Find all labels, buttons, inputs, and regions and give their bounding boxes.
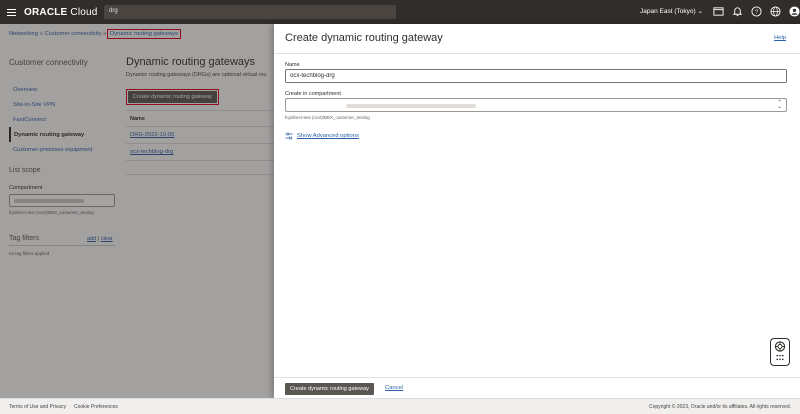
cancel-link[interactable]: Cancel (385, 385, 403, 391)
hamburger-menu-icon[interactable] (0, 0, 22, 24)
help-link[interactable]: Help (774, 35, 786, 41)
search-input[interactable]: drg (104, 5, 396, 19)
sliders-icon (285, 132, 293, 140)
user-profile-icon[interactable] (788, 5, 800, 18)
cookie-preferences-link[interactable]: Cookie Preferences (74, 404, 118, 410)
divider (274, 377, 800, 378)
compartment-select[interactable]: ⌃ ⌄ (285, 98, 787, 112)
lifebuoy-icon (774, 341, 786, 352)
help-widget[interactable] (770, 338, 790, 366)
show-advanced-options-link[interactable]: Show Advanced options (285, 132, 359, 140)
panel-title: Create dynamic routing gateway (285, 32, 443, 44)
modal-backdrop[interactable] (0, 24, 274, 398)
compartment-field-label: Create in compartment (285, 91, 341, 97)
grid-dots-icon (776, 354, 784, 361)
oracle-cloud-logo[interactable]: ORACLE Cloud (24, 7, 98, 18)
compartment-path: fcpdirect-test (root)/BBX_customer_testi… (285, 115, 370, 120)
footer-bar: Terms of Use and Privacy Cookie Preferen… (0, 398, 800, 414)
create-drg-panel: Create dynamic routing gateway Help Name… (274, 24, 800, 398)
top-navigation-bar: ORACLE Cloud drg Japan East (Tokyo) ⌄ ? (0, 0, 800, 24)
create-drg-submit-button[interactable]: Create dynamic routing gateway (285, 383, 374, 395)
copyright-text: Copyright © 2023, Oracle and/or its affi… (649, 404, 791, 410)
help-question-icon[interactable]: ? (750, 5, 763, 18)
name-field-label: Name (285, 62, 300, 68)
notifications-bell-icon[interactable] (731, 5, 744, 18)
show-advanced-options-label: Show Advanced options (297, 133, 359, 139)
region-selector[interactable]: Japan East (Tokyo) ⌄ (640, 7, 703, 15)
name-field[interactable] (285, 69, 787, 83)
divider (274, 53, 800, 54)
language-globe-icon[interactable] (769, 5, 782, 18)
terms-link[interactable]: Terms of Use and Privacy (9, 404, 66, 410)
cloud-shell-icon[interactable] (712, 5, 725, 18)
svg-text:?: ? (755, 10, 758, 16)
select-arrows-icon: ⌃ ⌄ (776, 100, 782, 110)
